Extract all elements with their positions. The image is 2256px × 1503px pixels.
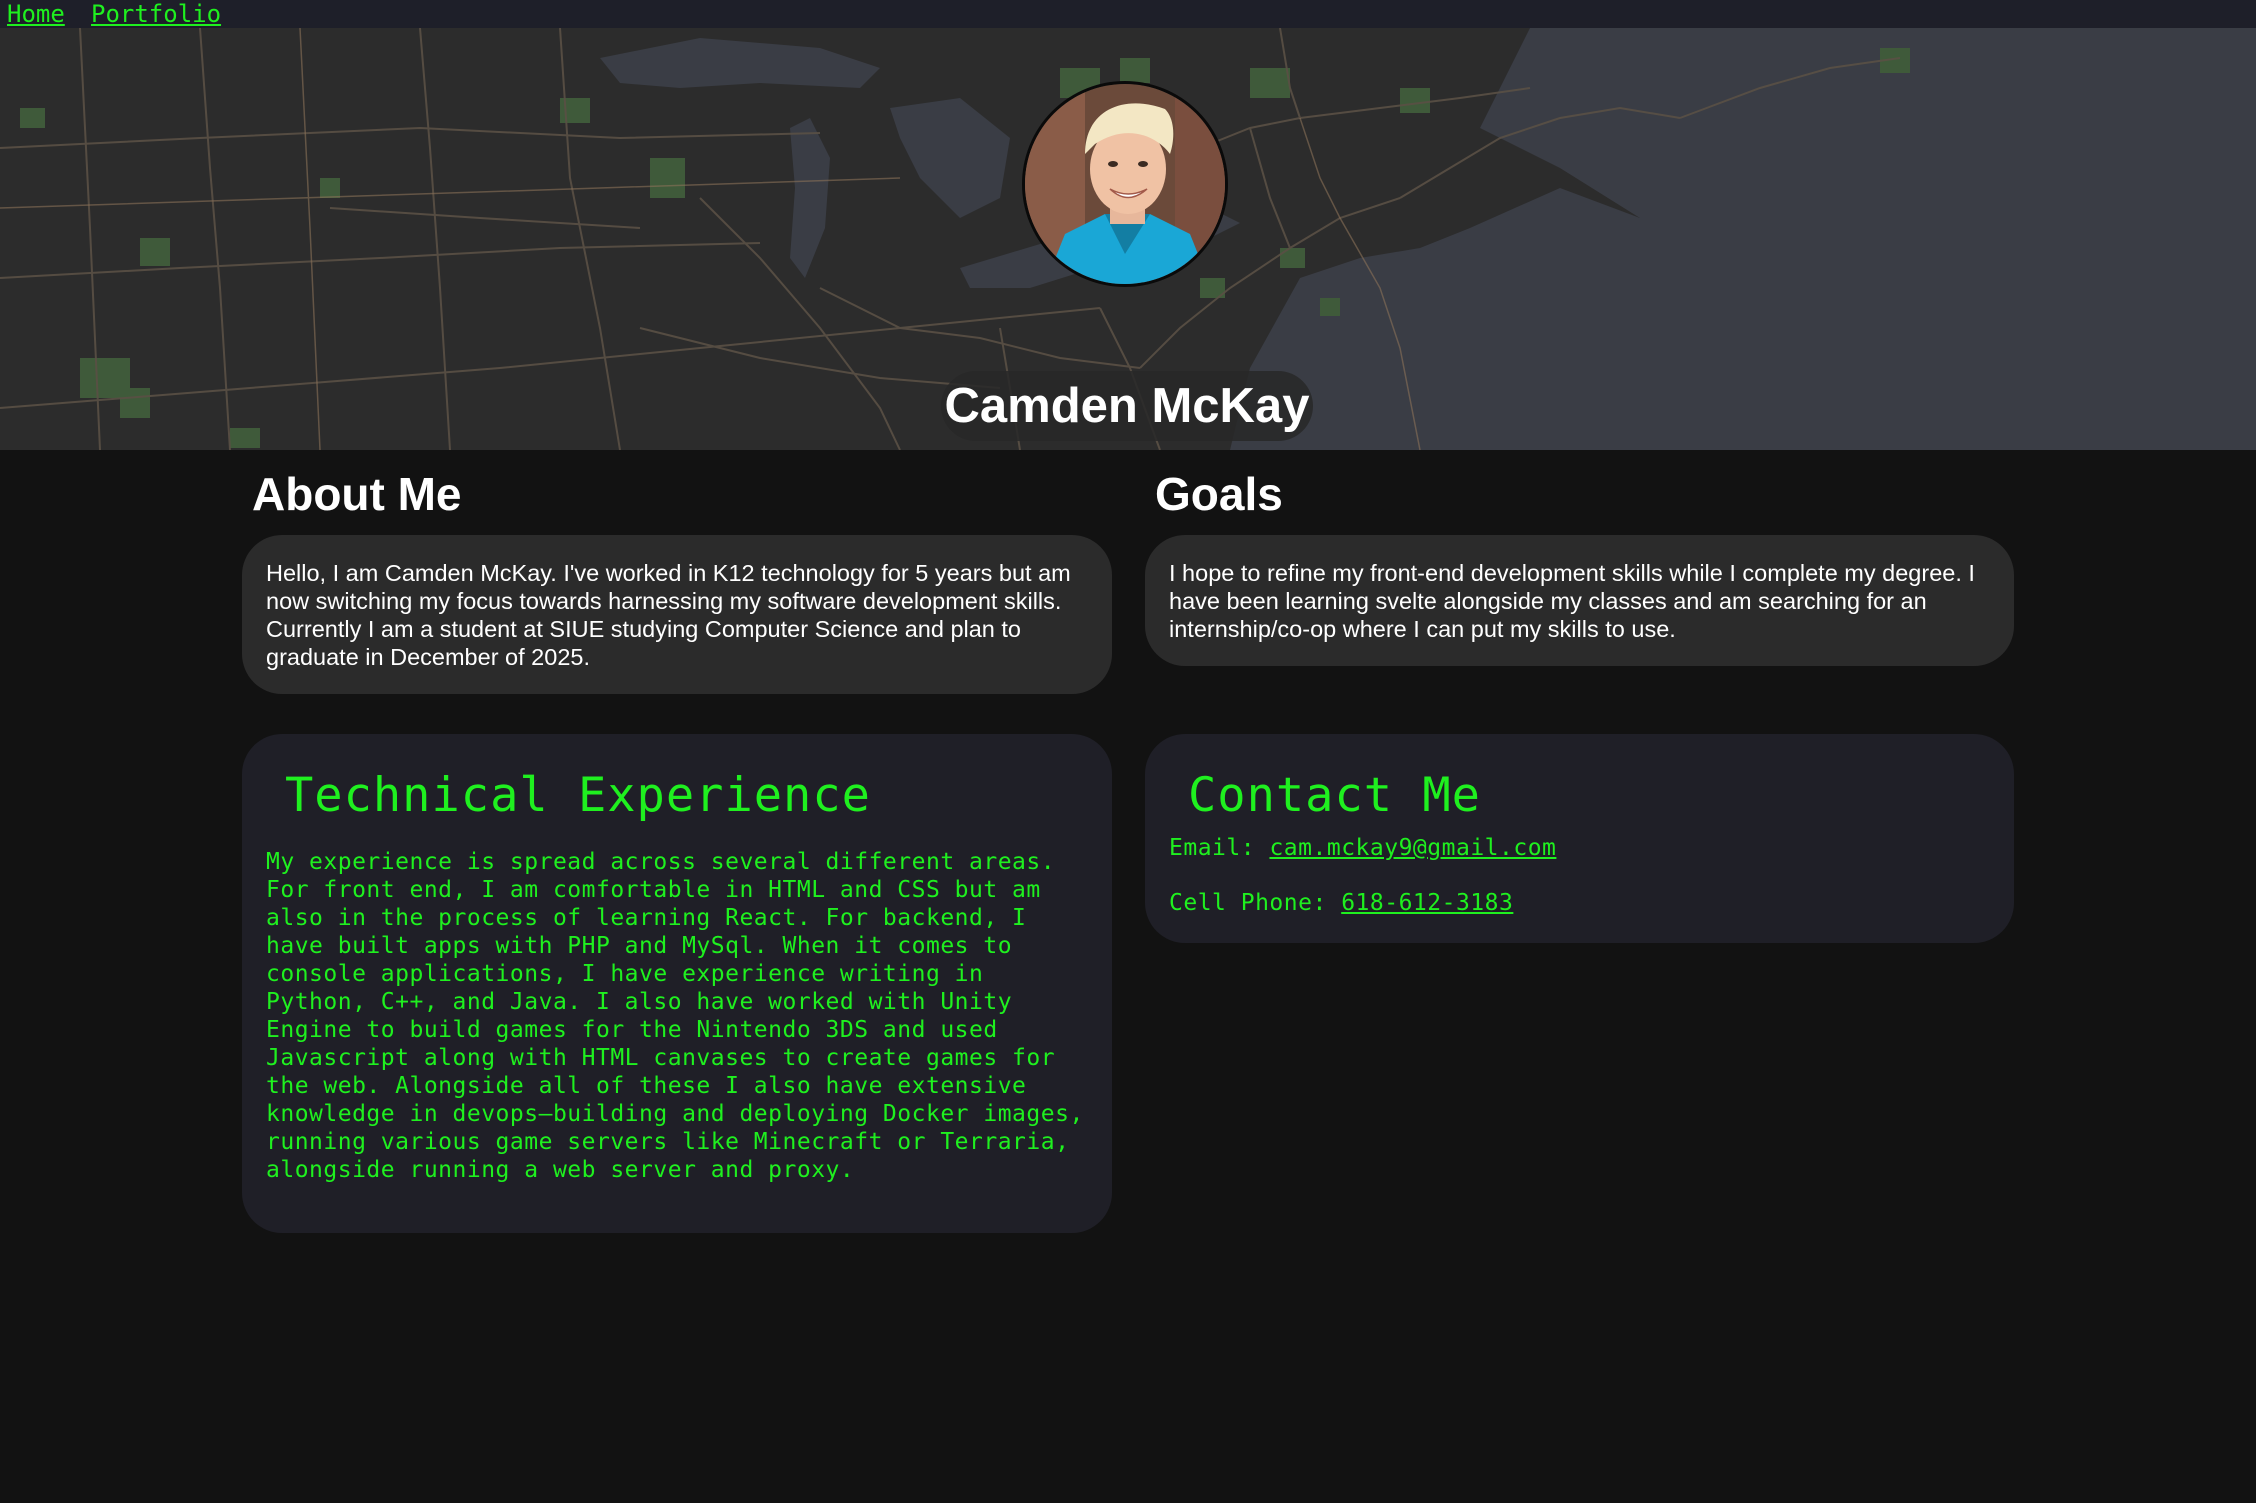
hero-banner: Camden McKay: [0, 28, 2256, 450]
profile-avatar: [1022, 81, 1228, 287]
nav-link-portfolio[interactable]: Portfolio: [91, 0, 221, 28]
profile-photo: [1025, 84, 1225, 284]
contact-card: Contact Me Email: cam.mckay9@gmail.com C…: [1145, 734, 2014, 943]
email-row: Email: cam.mckay9@gmail.com: [1169, 834, 1556, 862]
contact-heading: Contact Me: [1188, 768, 1481, 823]
about-card: Hello, I am Camden McKay. I've worked in…: [242, 535, 1112, 694]
technical-experience-heading: Technical Experience: [285, 768, 871, 823]
phone-link[interactable]: 618-612-3183: [1341, 890, 1513, 916]
hero-name: Camden McKay: [941, 370, 1313, 441]
phone-row: Cell Phone: 618-612-3183: [1169, 889, 1513, 917]
goals-heading: Goals: [1155, 468, 1283, 520]
technical-experience-card: Technical Experience My experience is sp…: [242, 734, 1112, 1233]
goals-text: I hope to refine my front-end developmen…: [1169, 560, 1975, 642]
top-nav: Home Portfolio: [0, 0, 2256, 28]
technical-experience-text: My experience is spread across several d…: [266, 849, 1084, 1183]
goals-card: I hope to refine my front-end developmen…: [1145, 535, 2014, 666]
about-text: Hello, I am Camden McKay. I've worked in…: [266, 560, 1071, 670]
email-link[interactable]: cam.mckay9@gmail.com: [1269, 835, 1556, 861]
about-heading: About Me: [252, 468, 462, 520]
email-label: Email:: [1169, 835, 1256, 861]
phone-label: Cell Phone:: [1169, 890, 1327, 916]
nav-link-home[interactable]: Home: [7, 0, 65, 28]
